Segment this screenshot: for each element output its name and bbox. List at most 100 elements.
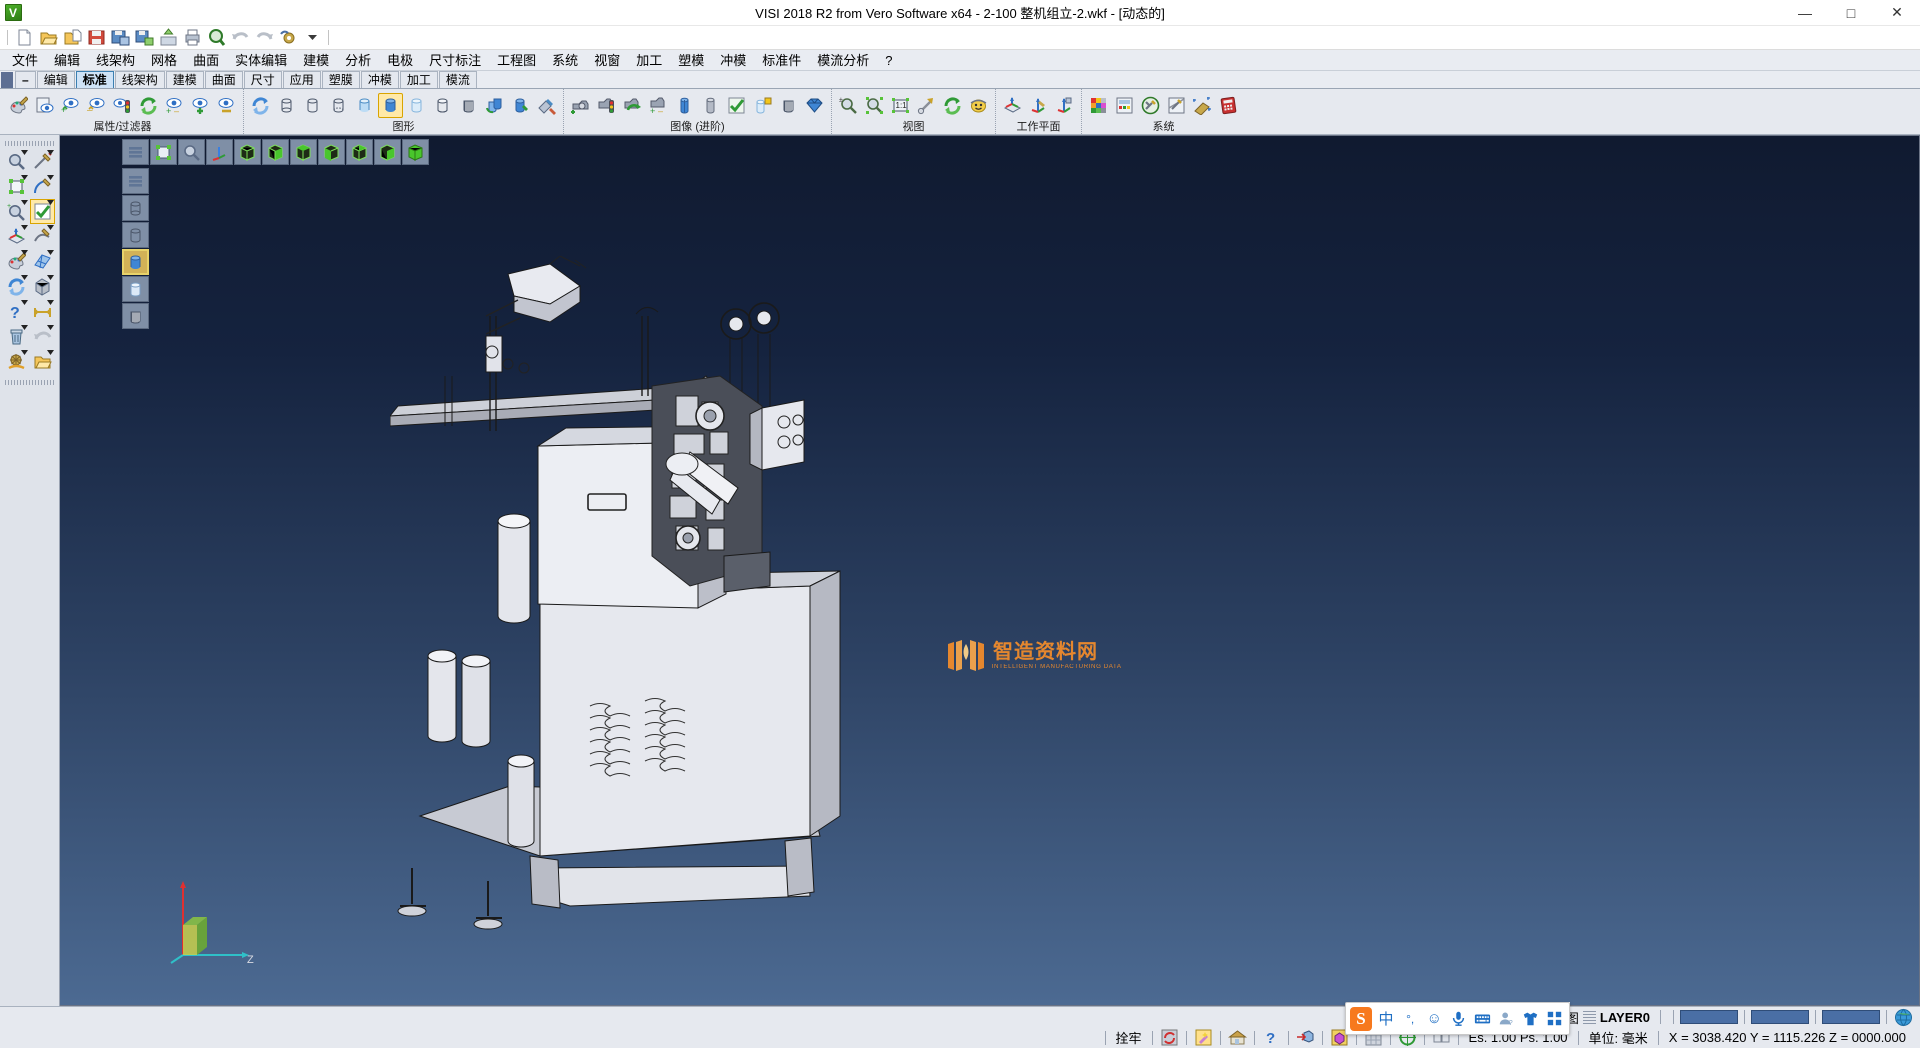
- magic-highlight-icon[interactable]: [1193, 1028, 1214, 1047]
- ime-punctuation-toggle[interactable]: °,: [1400, 1008, 1420, 1030]
- properties-palette-icon[interactable]: [6, 93, 31, 118]
- view-traffic-icon[interactable]: [594, 93, 619, 118]
- ime-apps-icon[interactable]: [1545, 1008, 1565, 1030]
- menu-item-14[interactable]: 塑模: [670, 50, 712, 71]
- dynamic-view-icon[interactable]: [966, 93, 991, 118]
- filter-icon[interactable]: [32, 93, 57, 118]
- hidden-line-icon[interactable]: [300, 93, 325, 118]
- view-top-icon[interactable]: [290, 139, 317, 165]
- grid-icon[interactable]: [30, 249, 55, 274]
- open-copy-icon[interactable]: [61, 27, 83, 48]
- color-palette-icon[interactable]: [1086, 93, 1111, 118]
- units-settings-icon[interactable]: [1164, 93, 1189, 118]
- snap-settings-icon[interactable]: [1190, 93, 1215, 118]
- transparent-mode-icon[interactable]: [122, 276, 149, 302]
- zoom-window-icon[interactable]: ±: [836, 93, 861, 118]
- app-icon[interactable]: V: [0, 0, 26, 26]
- menu-item-11[interactable]: 系统: [544, 50, 586, 71]
- color-chip-2[interactable]: [1751, 1010, 1809, 1024]
- menu-item-2[interactable]: 线架构: [88, 50, 143, 71]
- house-icon[interactable]: [1227, 1028, 1248, 1047]
- hide-entity-icon[interactable]: –: [84, 93, 109, 118]
- draw-arc-tool-icon[interactable]: [30, 174, 55, 199]
- list-view-icon[interactable]: [122, 139, 149, 165]
- color-icon[interactable]: [4, 249, 29, 274]
- open-folder-icon[interactable]: [30, 349, 55, 374]
- ribbon-tab-4[interactable]: 曲面: [205, 71, 243, 88]
- mesh-icon[interactable]: [776, 93, 801, 118]
- print-icon[interactable]: [181, 27, 203, 48]
- view-left-icon[interactable]: [374, 139, 401, 165]
- shade-edit-icon[interactable]: [508, 93, 533, 118]
- check-icon[interactable]: [724, 93, 749, 118]
- ribbon-tab-9[interactable]: 加工: [400, 71, 438, 88]
- menu-item-9[interactable]: 尺寸标注: [421, 50, 489, 71]
- minimize-button[interactable]: —: [1782, 0, 1828, 26]
- edit-curve-icon[interactable]: [30, 224, 55, 249]
- wireframe-icon[interactable]: [274, 93, 299, 118]
- menu-item-10[interactable]: 工程图: [489, 50, 544, 71]
- graphics-options-icon[interactable]: [534, 93, 559, 118]
- import-icon[interactable]: [157, 27, 179, 48]
- bars-icon[interactable]: [122, 168, 149, 194]
- confirm-check-icon[interactable]: [30, 199, 55, 224]
- ribbon-tab-6[interactable]: 应用: [283, 71, 321, 88]
- undo-icon[interactable]: [229, 27, 251, 48]
- menu-item-6[interactable]: 建模: [295, 50, 337, 71]
- solid-grey-icon[interactable]: [698, 93, 723, 118]
- menu-item-8[interactable]: 电极: [379, 50, 421, 71]
- ribbon-tab-7[interactable]: 塑膜: [322, 71, 360, 88]
- ribbon-minimize-button[interactable]: –: [15, 71, 36, 88]
- menu-item-12[interactable]: 视窗: [586, 50, 628, 71]
- section-icon[interactable]: [456, 93, 481, 118]
- new-file-icon[interactable]: [13, 27, 35, 48]
- tabstrip-handle[interactable]: [1, 72, 13, 88]
- axis-icon[interactable]: [206, 139, 233, 165]
- view-toggle-icon[interactable]: +–: [646, 93, 671, 118]
- transparent-icon[interactable]: [404, 93, 429, 118]
- layer-label[interactable]: LAYER0: [1596, 1010, 1654, 1025]
- select-window-icon[interactable]: [4, 174, 29, 199]
- close-button[interactable]: ✕: [1874, 0, 1920, 26]
- shaded-light-icon[interactable]: [352, 93, 377, 118]
- view-add-icon[interactable]: [568, 93, 593, 118]
- shaded-mode-icon[interactable]: [122, 249, 149, 275]
- sogou-ime-toolbar[interactable]: S 中 °, ☺ ?: [1345, 1002, 1570, 1035]
- globe-icon[interactable]: [1893, 1008, 1914, 1027]
- menu-item-15[interactable]: 冲模: [712, 50, 754, 71]
- zoom-lens-icon[interactable]: [178, 139, 205, 165]
- copy-solid-icon[interactable]: [750, 93, 775, 118]
- color-chip-3[interactable]: [1822, 1010, 1880, 1024]
- explode-icon[interactable]: [1295, 1028, 1316, 1047]
- zoom-all-icon[interactable]: [862, 93, 887, 118]
- workplane-axis-icon[interactable]: [1026, 93, 1051, 118]
- assembly-icon[interactable]: [4, 349, 29, 374]
- ribbon-tab-0[interactable]: 编辑: [37, 71, 75, 88]
- workplane-icon[interactable]: [4, 224, 29, 249]
- fit-window-icon[interactable]: [150, 139, 177, 165]
- hide-all-icon[interactable]: [214, 93, 239, 118]
- ribbon-tab-10[interactable]: 模流: [439, 71, 477, 88]
- menu-item-7[interactable]: 分析: [337, 50, 379, 71]
- ime-mic-icon[interactable]: [1448, 1008, 1468, 1030]
- refresh-icon[interactable]: [4, 274, 29, 299]
- solid-box-icon[interactable]: [30, 274, 55, 299]
- view-back-icon[interactable]: [346, 139, 373, 165]
- menu-item-4[interactable]: 曲面: [185, 50, 227, 71]
- save-icon[interactable]: [85, 27, 107, 48]
- hidden-line-mode-icon[interactable]: [122, 222, 149, 248]
- ime-emoji-icon[interactable]: ☺: [1424, 1008, 1444, 1030]
- menu-item-1[interactable]: 编辑: [46, 50, 88, 71]
- draw-line-tool-icon[interactable]: [30, 149, 55, 174]
- zoom-1to1-icon[interactable]: 1:1: [888, 93, 913, 118]
- ime-keyboard-icon[interactable]: [1472, 1008, 1492, 1030]
- redo-icon[interactable]: [253, 27, 275, 48]
- workplane-define-icon[interactable]: [1000, 93, 1025, 118]
- hidden-dashed-icon[interactable]: [326, 93, 351, 118]
- sogou-logo-icon[interactable]: S: [1350, 1007, 1372, 1031]
- delete-icon[interactable]: [4, 324, 29, 349]
- ribbon-tab-3[interactable]: 建模: [166, 71, 204, 88]
- snap-toggle-icon[interactable]: [1159, 1028, 1180, 1047]
- color-chip-1[interactable]: [1680, 1010, 1738, 1024]
- calculator-icon[interactable]: [1216, 93, 1241, 118]
